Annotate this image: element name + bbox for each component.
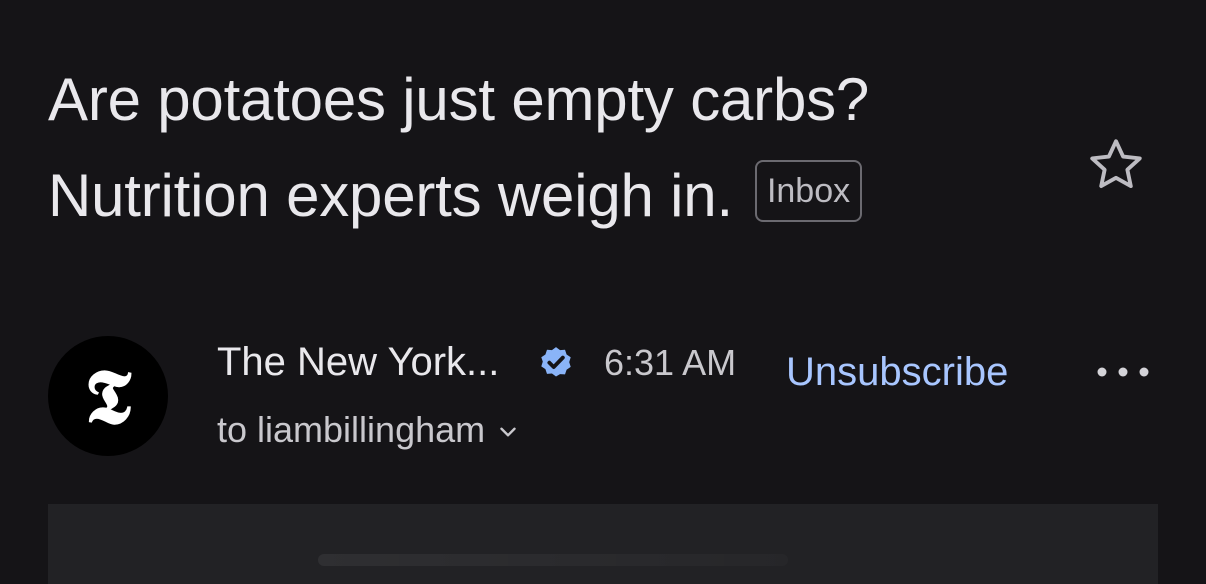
subject-line-1: Are potatoes just empty carbs? [48,66,870,133]
avatar-glyph: 𝕿 [84,356,132,440]
star-button[interactable] [1083,132,1149,198]
body-text-fragment [318,554,788,566]
sender-name[interactable]: The New York... [217,336,499,388]
more-horizontal-icon [1097,367,1149,377]
subject-line-2: Nutrition experts weigh in. Inbox [48,148,1038,244]
email-body-preview [48,504,1158,584]
recipient-details-toggle[interactable]: to liambillingham [217,406,521,454]
email-time: 6:31 AM [604,342,737,383]
subject-line-2-text: Nutrition experts weigh in. [48,162,733,229]
star-outline-icon [1090,139,1142,189]
chevron-down-icon [500,428,516,437]
sender-row: 𝕿 The New York... 6:31 AM Unsubscribe to… [48,336,1158,458]
more-options-button[interactable] [1088,350,1158,394]
unsubscribe-link[interactable]: Unsubscribe [786,346,1008,398]
verified-badge-icon [541,347,571,377]
email-subject: Are potatoes just empty carbs? Nutrition… [48,52,1038,244]
inbox-label-badge[interactable]: Inbox [754,160,863,222]
nyt-logo-icon[interactable]: 𝕿 [48,336,168,456]
recipient-text: to liambillingham [217,409,486,450]
